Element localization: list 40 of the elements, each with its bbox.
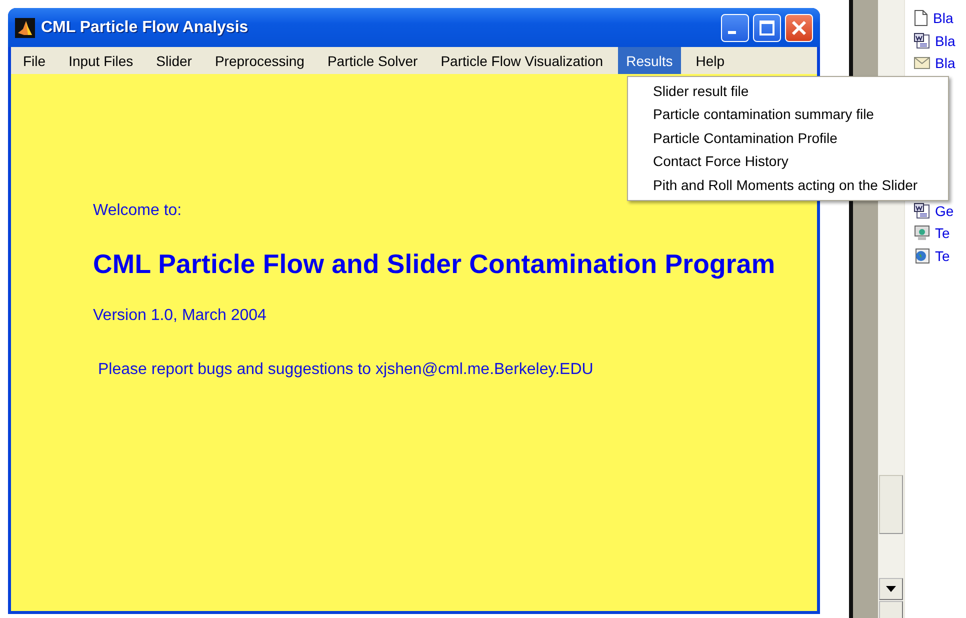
network-computer-icon xyxy=(914,225,930,242)
menu-option[interactable]: Particle Contamination Profile xyxy=(628,126,948,150)
menu-item[interactable]: Help xyxy=(688,47,733,74)
file-name[interactable]: Bla xyxy=(933,10,954,26)
file-name[interactable]: Bla xyxy=(935,32,956,49)
menu-option[interactable]: Contact Force History xyxy=(628,150,948,174)
document-icon xyxy=(914,10,928,26)
maximize-button[interactable] xyxy=(753,14,781,42)
close-button[interactable] xyxy=(785,14,813,42)
down-arrow-icon xyxy=(885,585,897,593)
menu-item[interactable]: Preprocessing xyxy=(206,47,312,74)
window-title: CML Particle Flow Analysis xyxy=(41,18,248,36)
program-title: CML Particle Flow and Slider Contamination Program xyxy=(93,249,776,280)
menu-item[interactable]: Slider xyxy=(148,47,200,74)
menu-item[interactable]: File xyxy=(15,47,54,74)
file-name[interactable]: Te xyxy=(935,225,950,242)
app-icon xyxy=(15,18,35,38)
word-document-icon xyxy=(914,32,930,49)
minimize-button[interactable] xyxy=(721,14,749,42)
word-document-icon xyxy=(914,202,930,219)
menu-item[interactable]: Particle Flow Visualization xyxy=(432,47,612,74)
envelope-icon xyxy=(914,57,930,70)
globe-icon xyxy=(914,248,930,264)
minimize-icon xyxy=(728,31,736,34)
scroll-down-button[interactable] xyxy=(879,578,903,600)
close-icon xyxy=(791,20,807,36)
menu-option[interactable]: Slider result file xyxy=(628,80,948,104)
menu-item[interactable]: Results xyxy=(618,47,681,74)
file-name[interactable]: Ge xyxy=(935,202,954,219)
welcome-text: Welcome to: xyxy=(93,202,183,220)
menu-item[interactable]: Input Files xyxy=(60,47,142,74)
menu-option[interactable]: Pith and Roll Moments acting on the Slider xyxy=(628,174,948,197)
scroll-thumb[interactable] xyxy=(879,475,903,534)
menu-option[interactable]: Particle contamination summary file xyxy=(628,103,948,127)
file-name[interactable]: Te xyxy=(935,248,950,264)
menu-item[interactable]: Particle Solver xyxy=(319,47,426,74)
file-name[interactable]: Bla xyxy=(935,55,956,72)
version-text: Version 1.0, March 2004 xyxy=(93,307,268,325)
contact-text: Please report bugs and suggestions to xjshen@cml.me.Berkeley.EDU xyxy=(98,361,594,379)
maximize-icon xyxy=(759,20,775,36)
